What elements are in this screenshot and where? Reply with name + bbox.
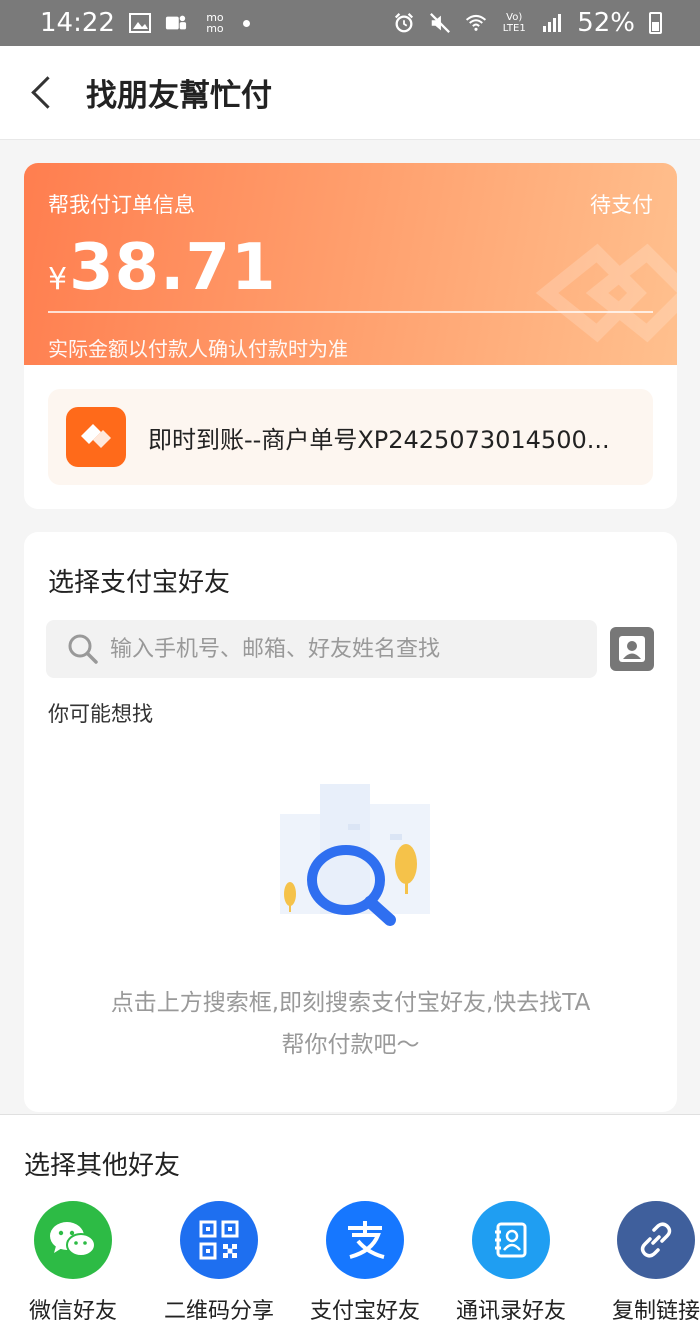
friend-search-box[interactable] xyxy=(46,620,597,678)
wifi-icon xyxy=(465,12,487,34)
alipay-icon xyxy=(326,1201,404,1279)
merchant-info: 即时到账--商户单号XP2425073014500... xyxy=(48,389,653,485)
search-input[interactable] xyxy=(110,636,580,662)
contacts-book-icon xyxy=(472,1201,550,1279)
currency-symbol: ¥ xyxy=(48,262,68,297)
merchant-order-number: 即时到账--商户单号XP2425073014500... xyxy=(148,425,610,454)
status-bar: 14:22 mo mo Vo) LTE1 52% xyxy=(0,0,700,46)
image-icon xyxy=(128,12,151,34)
volte-icon: Vo) LTE1 xyxy=(502,12,526,34)
status-time: 14:22 xyxy=(40,8,115,38)
wechat-icon xyxy=(34,1201,112,1279)
battery-icon xyxy=(649,12,662,34)
page-title: 找朋友幫忙付 xyxy=(86,78,272,114)
order-card: 帮我付订单信息 待支付 ¥ 38.71 实际金额以付款人确认付款时为准 即时到账… xyxy=(24,163,677,509)
share-label-alipay: 支付宝好友 xyxy=(309,1299,420,1324)
empty-hint-line2: 帮你付款吧～ xyxy=(281,1032,420,1058)
battery-percent: 52% xyxy=(577,8,635,38)
share-options: 微信好友 二维码分享 支付宝好友 通讯录好友 复制链接 xyxy=(0,1201,700,1344)
share-wechat[interactable]: 微信好友 xyxy=(3,1201,143,1325)
share-label-contacts: 通讯录好友 xyxy=(455,1299,566,1324)
friends-section-title: 选择支付宝好友 xyxy=(48,568,231,598)
contacts-button[interactable] xyxy=(610,627,654,671)
qrcode-icon xyxy=(180,1201,258,1279)
empty-hint: 点击上方搜索框,即刻搜索支付宝好友,快去找TA 帮你付款吧～ xyxy=(24,982,677,1066)
amount-value: 38.71 xyxy=(69,231,277,305)
mute-icon xyxy=(429,12,451,34)
merchant-logo-icon xyxy=(66,407,126,467)
dot-icon xyxy=(242,19,250,27)
signal-icon xyxy=(541,12,563,34)
share-label-copy-link: 复制链接 xyxy=(611,1299,700,1324)
status-bar-right: Vo) LTE1 52% xyxy=(393,8,662,38)
other-friends-title: 选择其他好友 xyxy=(24,1151,181,1181)
share-label-wechat: 微信好友 xyxy=(28,1299,117,1324)
link-icon xyxy=(617,1201,695,1279)
order-info-label: 帮我付订单信息 xyxy=(48,193,195,217)
teams-icon xyxy=(165,12,187,34)
back-button[interactable] xyxy=(26,73,66,113)
empty-search-illustration xyxy=(280,784,430,926)
app-header: 找朋友幫忙付 xyxy=(0,46,700,140)
suggestions-label: 你可能想找 xyxy=(48,702,153,726)
share-label-qrcode: 二维码分享 xyxy=(163,1299,274,1324)
empty-hint-line1: 点击上方搜索框,即刻搜索支付宝好友,快去找TA xyxy=(110,990,591,1016)
share-copy-link[interactable]: 复制链接 xyxy=(586,1201,700,1325)
order-header-row: 帮我付订单信息 待支付 xyxy=(48,189,653,219)
share-alipay[interactable]: 支付宝好友 xyxy=(295,1201,435,1325)
amount-note: 实际金额以付款人确认付款时为准 xyxy=(48,337,348,361)
share-contacts[interactable]: 通讯录好友 xyxy=(441,1201,581,1325)
contact-card-icon xyxy=(619,636,645,662)
order-status: 待支付 xyxy=(590,193,653,217)
other-friends-panel: 选择其他好友 微信好友 二维码分享 支付宝好友 通讯录好友 复制链接 xyxy=(0,1114,700,1344)
status-bar-left: 14:22 mo mo xyxy=(40,8,250,38)
alipay-friends-card: 选择支付宝好友 你可能想找 点击上方搜索框,即刻搜索支付宝好友,快去找TA 帮你… xyxy=(24,532,677,1112)
share-qrcode[interactable]: 二维码分享 xyxy=(149,1201,289,1325)
momo-icon: mo mo xyxy=(206,11,224,35)
search-icon xyxy=(68,634,98,664)
alarm-icon xyxy=(393,12,415,34)
order-summary: 帮我付订单信息 待支付 ¥ 38.71 实际金额以付款人确认付款时为准 xyxy=(24,163,677,365)
